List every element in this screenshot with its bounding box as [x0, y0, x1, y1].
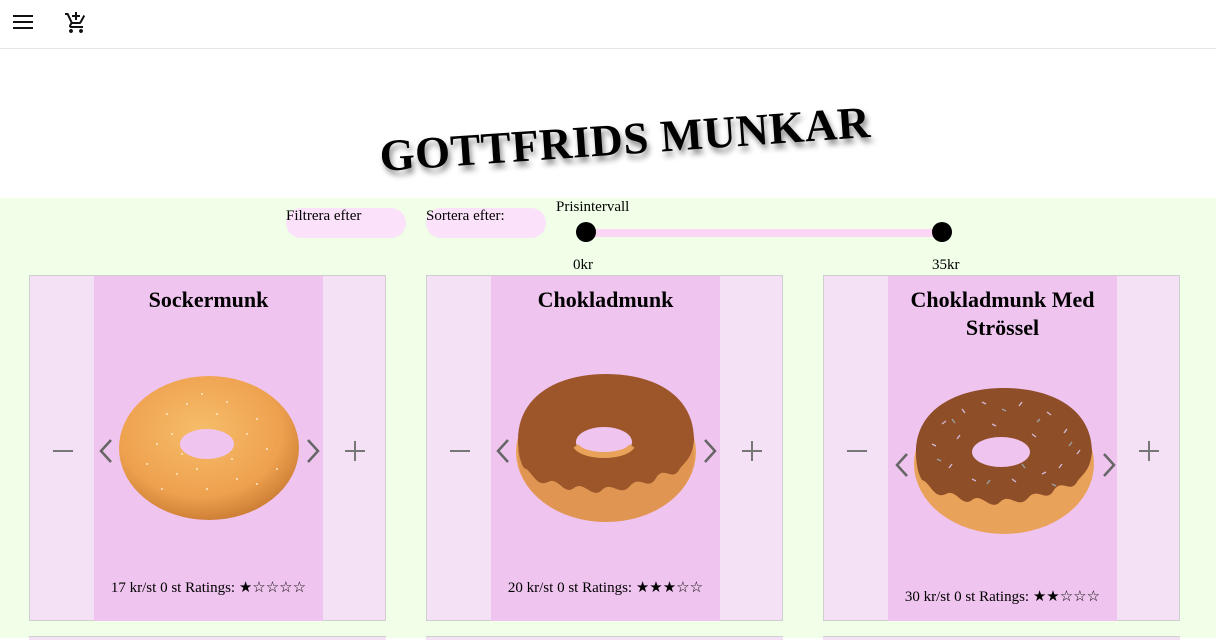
product-card: Sockermunk 17 kr/st 0 st Ratings: ★☆☆☆☆ [29, 275, 386, 621]
price-min-value: 0kr [573, 257, 593, 273]
product-name: Chokladmunk [537, 287, 674, 312]
rating-stars: ★★☆☆☆ [1032, 589, 1101, 605]
next-image-arrow[interactable] [1099, 450, 1119, 480]
increase-quantity-button[interactable] [340, 436, 370, 466]
product-card-next-row [29, 636, 386, 640]
ratings-label: Ratings: [582, 580, 633, 596]
increase-quantity-button[interactable] [1134, 436, 1164, 466]
top-bar [0, 0, 1216, 49]
product-quantity: 0 st [557, 580, 579, 596]
rating-stars: ★☆☆☆☆ [238, 580, 307, 596]
price-max-thumb[interactable] [932, 222, 952, 242]
price-min-thumb[interactable] [576, 222, 596, 242]
product-card: Chokladmunk Med Strössel 30 kr/st 0 st R… [823, 275, 1180, 621]
price-range-track[interactable] [586, 229, 942, 237]
ratings-label: Ratings: [979, 589, 1030, 605]
sort-label: Sortera efter: [426, 208, 505, 224]
increase-quantity-button[interactable] [737, 436, 767, 466]
brand-title: GOTTFRIDS MUNKAR [377, 96, 873, 182]
product-price: 17 kr/st [110, 580, 157, 596]
product-quantity: 0 st [160, 580, 182, 596]
product-name: Chokladmunk Med Strössel [910, 287, 1095, 340]
menu-icon[interactable] [13, 15, 33, 31]
filter-label: Filtrera efter [286, 208, 362, 224]
decrease-quantity-button[interactable] [445, 436, 475, 466]
donut-image [912, 384, 1096, 541]
donut-image [514, 370, 698, 531]
decrease-quantity-button[interactable] [48, 436, 78, 466]
product-info: 17 kr/st 0 st Ratings: ★☆☆☆☆ [94, 578, 323, 597]
previous-image-arrow[interactable] [892, 450, 912, 480]
product-card-next-row [426, 636, 783, 640]
sort-dropdown[interactable]: Sortera efter: [426, 208, 546, 238]
cart-icon[interactable] [64, 11, 88, 40]
product-card-body: Chokladmunk 20 kr/st 0 st Ratings: ★★★☆☆ [491, 276, 720, 621]
product-name: Sockermunk [148, 287, 269, 312]
price-max-value: 35kr [932, 257, 960, 273]
next-image-arrow[interactable] [303, 436, 323, 466]
previous-image-arrow[interactable] [96, 436, 116, 466]
product-price: 20 kr/st [507, 580, 554, 596]
filter-dropdown[interactable]: Filtrera efter [286, 208, 406, 238]
product-card-body: Sockermunk 17 kr/st 0 st Ratings: ★☆☆☆☆ [94, 276, 323, 621]
product-price: 30 kr/st [904, 589, 951, 605]
donut-image [117, 374, 301, 529]
ratings-label: Ratings: [185, 580, 236, 596]
previous-image-arrow[interactable] [493, 436, 513, 466]
hero-section: GOTTFRIDS MUNKAR [0, 49, 1216, 198]
price-range-label: Prisintervall [556, 199, 630, 215]
product-card-body: Chokladmunk Med Strössel 30 kr/st 0 st R… [888, 276, 1117, 621]
decrease-quantity-button[interactable] [842, 436, 872, 466]
product-card: Chokladmunk 20 kr/st 0 st Ratings: ★★★☆☆ [426, 275, 783, 621]
product-quantity: 0 st [954, 589, 976, 605]
rating-stars: ★★★☆☆ [635, 580, 704, 596]
product-info: 30 kr/st 0 st Ratings: ★★☆☆☆ [888, 587, 1117, 606]
product-info: 20 kr/st 0 st Ratings: ★★★☆☆ [491, 578, 720, 597]
next-image-arrow[interactable] [700, 436, 720, 466]
product-card-next-row [823, 636, 1180, 640]
